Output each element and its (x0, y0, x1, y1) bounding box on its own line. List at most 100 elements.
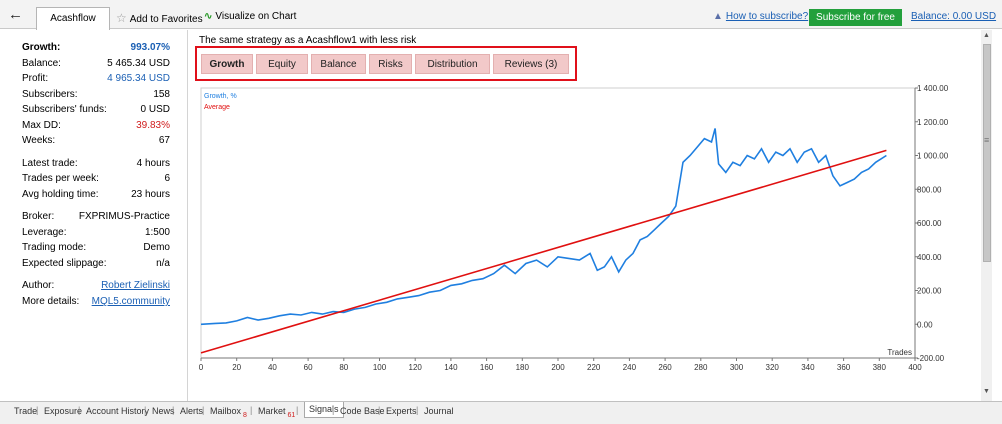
howto-label: How to subscribe? (725, 11, 809, 22)
x-tick-label: 220 (587, 363, 601, 372)
max-dd-value: 39.83% (136, 120, 170, 131)
visualize-on-chart-button[interactable]: ∿ Visualize on Chart (204, 11, 296, 22)
stat-label: Trading mode: (22, 242, 87, 253)
tab-acashflow[interactable]: Acashflow (36, 7, 110, 30)
scroll-thumb[interactable] (983, 44, 991, 262)
add-to-favorites-button[interactable]: ☆ Add to Favorites (116, 11, 203, 25)
stat-label: Subscribers: (22, 89, 78, 100)
scroll-up-icon[interactable]: ▲ (983, 32, 990, 39)
bottom-tab-trade[interactable]: Trade (14, 405, 37, 419)
how-to-subscribe-link[interactable]: ▲ How to subscribe? (713, 11, 808, 22)
chart-subtabs: Growth Equity Balance Risks Distribution… (195, 46, 577, 81)
profit-value: 4 965.34 USD (107, 73, 170, 84)
subtab-risks[interactable]: Risks (369, 54, 412, 74)
tab-badge: 61 (285, 411, 296, 419)
scroll-down-icon[interactable]: ▼ (983, 388, 990, 395)
tab-separator: | (296, 405, 299, 415)
stat-latest-trade: Latest trade: 4 hours (22, 158, 170, 172)
plot-area (200, 87, 916, 359)
y-tick-label: 1 200.00 (917, 118, 949, 127)
subscribers-value: 158 (153, 89, 170, 100)
stat-profit: Profit: 4 965.34 USD (22, 73, 170, 87)
x-tick-label: 240 (623, 363, 637, 372)
stat-balance: Balance: 5 465.34 USD (22, 58, 170, 72)
bottom-tab-experts[interactable]: Experts (386, 405, 417, 419)
tab-separator: | (378, 405, 381, 415)
trading-mode-value: Demo (143, 242, 170, 253)
bottom-tab-account-history[interactable]: Account History (86, 405, 149, 419)
graduation-cap-icon: ▲ (713, 11, 723, 22)
stat-label: Avg holding time: (22, 189, 99, 200)
tab-separator: | (172, 405, 175, 415)
bottom-tab-label: Account History (86, 406, 150, 416)
vertical-scrollbar[interactable]: ▲ ▼ (981, 30, 992, 401)
x-tick-label: 180 (516, 363, 530, 372)
y-tick-label: 200.00 (917, 287, 942, 296)
trades-per-week-value: 6 (164, 173, 170, 184)
stat-label: Profit: (22, 73, 49, 84)
bottom-tab-alerts[interactable]: Alerts (180, 405, 203, 419)
subscribe-button[interactable]: Subscribe for free (809, 9, 902, 26)
subtab-reviews[interactable]: Reviews (3) (493, 54, 569, 74)
weeks-value: 67 (158, 135, 170, 146)
subtab-equity[interactable]: Equity (256, 54, 308, 74)
tab-separator: | (36, 405, 39, 415)
author-link[interactable]: Robert Zielinski (101, 280, 170, 291)
resize-grip-icon[interactable]: ≡ (984, 135, 989, 145)
bottom-tab-label: Journal (424, 406, 454, 416)
subscribers-funds-value: 0 USD (140, 104, 170, 115)
stat-more-details: More details: MQL5.community (22, 296, 170, 310)
x-axis-label: Trades (887, 348, 912, 357)
y-tick-label: 400.00 (917, 253, 942, 262)
balance-link[interactable]: Balance: 0.00 USD (911, 11, 996, 22)
subtab-distribution[interactable]: Distribution (415, 54, 490, 74)
stat-label: Max DD: (22, 120, 61, 131)
x-tick-label: 40 (268, 363, 277, 372)
x-tick-label: 120 (409, 363, 423, 372)
stat-label: Author: (22, 280, 55, 291)
star-icon: ☆ (116, 11, 127, 25)
x-tick-label: 60 (304, 363, 313, 372)
tab-separator: | (332, 405, 335, 415)
legend-growth: Growth, % (204, 93, 237, 100)
tab-badge: 8 (241, 411, 247, 419)
legend-average: Average (204, 104, 230, 111)
x-tick-label: 400 (908, 363, 922, 372)
stat-weeks: Weeks: 67 (22, 135, 170, 149)
x-tick-label: 280 (694, 363, 708, 372)
y-tick-label: 0.00 (917, 320, 933, 329)
chart-wave-icon: ∿ (204, 11, 213, 22)
y-tick-label: -200.00 (917, 354, 945, 363)
stat-slippage: Expected slippage: n/a (22, 258, 170, 272)
stat-broker: Broker: FXPRIMUS-Practice (22, 211, 170, 225)
bottom-tab-market[interactable]: Market 61 (258, 405, 295, 419)
x-tick-label: 360 (837, 363, 851, 372)
stat-max-dd: Max DD: 39.83% (22, 120, 170, 134)
stat-label: Weeks: (22, 135, 56, 146)
stat-label: Subscribers' funds: (22, 104, 107, 115)
stat-avg-holding: Avg holding time: 23 hours (22, 189, 170, 203)
signal-description: The same strategy as a Acashflow1 with l… (199, 35, 417, 46)
stat-label: Broker: (22, 211, 55, 222)
subtab-balance[interactable]: Balance (311, 54, 366, 74)
stat-label: Growth: (22, 42, 61, 53)
x-tick-label: 140 (444, 363, 458, 372)
latest-trade-value: 4 hours (136, 158, 170, 169)
growth-value: 993.07% (130, 42, 170, 53)
bottom-tab-label: Alerts (180, 406, 204, 416)
stat-label: Trades per week: (22, 173, 99, 184)
bottom-tab-mailbox[interactable]: Mailbox 8 (210, 405, 247, 419)
growth-chart: -200.00 0.00 200.00 400.00 600.00 800.00 1 000… (199, 84, 949, 372)
stat-subscribers-funds: Subscribers' funds: 0 USD (22, 104, 170, 118)
x-tick-label: 160 (480, 363, 494, 372)
bottom-tab-label: Market (258, 406, 286, 416)
back-arrow-icon[interactable]: ← (8, 7, 30, 24)
avg-holding-value: 23 hours (131, 189, 170, 200)
bottom-tab-signals[interactable]: Signals (304, 402, 344, 418)
bottom-tab-journal[interactable]: Journal (424, 405, 454, 419)
x-tick-label: 340 (801, 363, 815, 372)
stat-growth: Growth: 993.07% (22, 42, 170, 56)
bottom-tab-exposure[interactable]: Exposure (44, 405, 82, 419)
more-details-link[interactable]: MQL5.community (92, 296, 170, 307)
subtab-growth[interactable]: Growth (201, 54, 253, 74)
